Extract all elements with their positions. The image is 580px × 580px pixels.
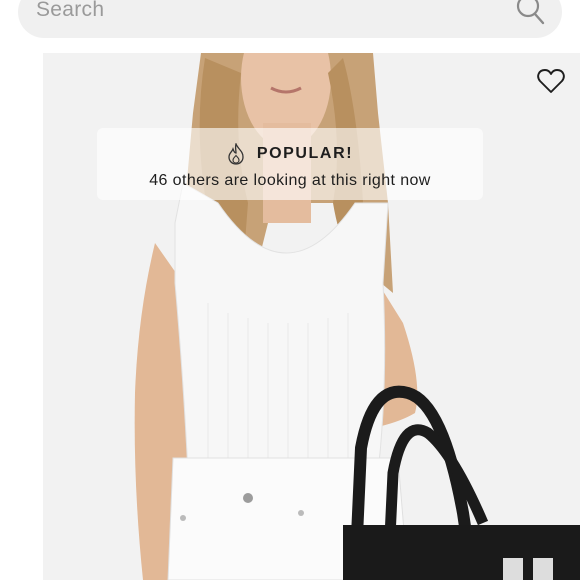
popular-banner-header: POPULAR!: [97, 142, 483, 166]
search-icon[interactable]: [516, 0, 546, 26]
product-image[interactable]: POPULAR! 46 others are looking at this r…: [43, 53, 580, 580]
popular-banner: POPULAR! 46 others are looking at this r…: [97, 128, 483, 200]
flame-icon: [228, 143, 244, 165]
popular-title: POPULAR!: [256, 145, 354, 162]
search-bar[interactable]: Search: [18, 0, 562, 38]
heart-outline-icon[interactable]: [537, 68, 565, 94]
popular-subtitle: 46 others are looking at this right now: [149, 172, 431, 189]
search-input[interactable]: Search: [36, 0, 104, 22]
